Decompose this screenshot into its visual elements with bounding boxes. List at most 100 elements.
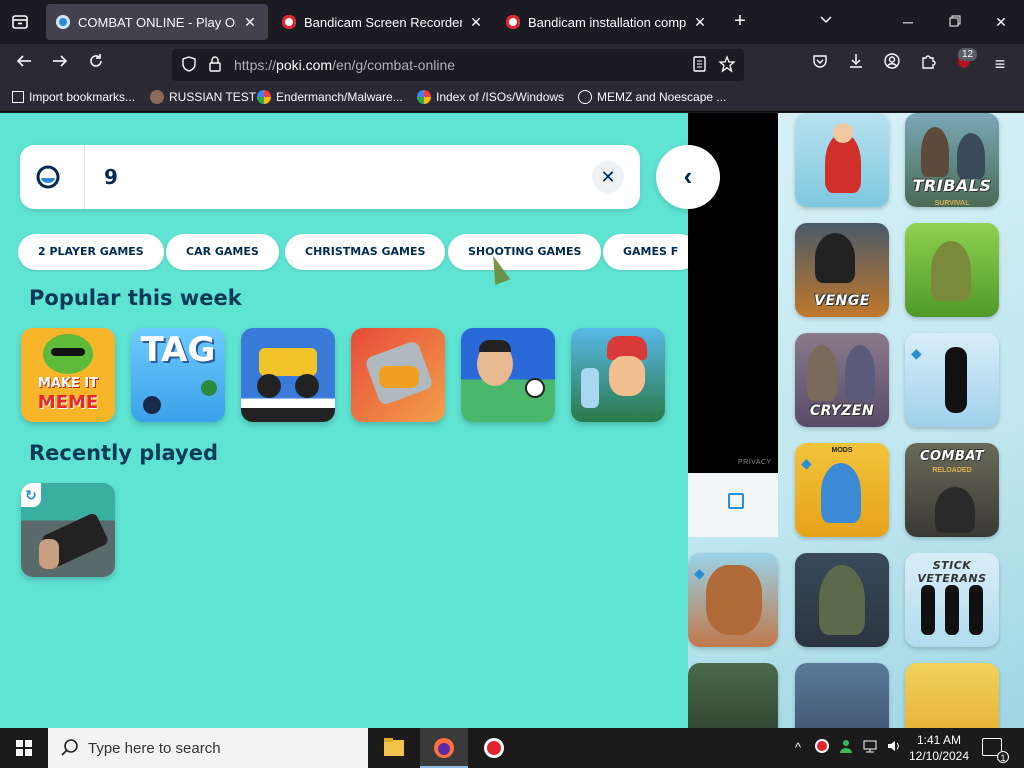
game-card-make-it-meme[interactable]: MAKE IT MEME: [21, 328, 115, 422]
close-icon[interactable]: ✕: [242, 14, 258, 31]
lock-icon[interactable]: [206, 55, 224, 78]
taskbar-clock[interactable]: 1:41 AM 12/10/2024: [908, 732, 970, 764]
notification-center-icon[interactable]: 1: [982, 738, 1009, 763]
firefox-icon[interactable]: [420, 728, 468, 768]
category-pills: 2 PLAYER GAMES CAR GAMES CHRISTMAS GAMES…: [18, 234, 688, 272]
pocket-icon[interactable]: [808, 52, 832, 76]
bandicam-tray-icon[interactable]: [812, 738, 832, 758]
game-thumbnail[interactable]: ◆: [688, 553, 778, 647]
bookmark-label: Index of /ISOs/Windows: [436, 90, 565, 104]
menu-hamburger-icon[interactable]: ≡: [988, 52, 1012, 76]
url-host: poki.com: [276, 57, 333, 73]
game-thumbnail[interactable]: ◆ MODS: [795, 443, 889, 537]
tracking-protection-icon[interactable]: [180, 55, 198, 78]
category-2-player-games[interactable]: 2 PLAYER GAMES: [18, 234, 164, 270]
page-content: PRIVACY TRIBALS SURVIVAL VENGE CRYZEN ◆ …: [0, 113, 1024, 728]
game-thumbnail[interactable]: COMBAT RELOADED: [905, 443, 999, 537]
category-christmas-games[interactable]: CHRISTMAS GAMES: [285, 234, 446, 270]
reload-icon[interactable]: [84, 52, 108, 76]
tab-strip: COMBAT ONLINE - Play Online ✕ Bandicam S…: [0, 0, 1024, 44]
back-arrow-icon[interactable]: [12, 52, 36, 76]
game-subtitle: SURVIVAL: [934, 200, 970, 207]
game-card-combat-online[interactable]: ↻: [21, 483, 115, 577]
game-title: COMBAT: [919, 449, 985, 464]
tab-bandicam-download[interactable]: Bandicam Screen Recorder Dow ✕: [272, 4, 494, 40]
game-card-football[interactable]: [461, 328, 555, 422]
game-title: CRYZEN: [809, 403, 875, 419]
game-thumbnail[interactable]: ◆: [905, 333, 999, 427]
game-card-tag[interactable]: TAG: [131, 328, 225, 422]
reader-view-icon[interactable]: [690, 55, 708, 78]
bandicam-icon: [282, 15, 296, 29]
tab-combat-online[interactable]: COMBAT ONLINE - Play Online ✕: [46, 4, 268, 40]
bookmark-index-isos[interactable]: Index of /ISOs/Windows: [417, 90, 564, 104]
search-box: ✕: [20, 145, 640, 209]
volume-icon[interactable]: [884, 738, 904, 758]
bookmark-russian-test[interactable]: RUSSIAN TEST: [150, 90, 256, 104]
game-thumbnail[interactable]: [905, 663, 999, 728]
game-thumbnail[interactable]: TRIBALS SURVIVAL: [905, 113, 999, 207]
close-search-button[interactable]: ‹: [656, 145, 720, 209]
tray-chevron-up-icon[interactable]: ^: [788, 738, 808, 758]
close-window-icon[interactable]: ✕: [989, 10, 1013, 34]
privacy-link[interactable]: PRIVACY: [738, 459, 772, 466]
search-overlay: ✕ ‹ 2 PLAYER GAMES CAR GAMES CHRISTMAS G…: [0, 113, 720, 728]
bookmark-import[interactable]: Import bookmarks...: [12, 90, 135, 104]
tab-title: Bandicam installation complete: [528, 14, 686, 30]
game-subtitle: MODS: [831, 447, 853, 454]
game-card-subway-surfers[interactable]: [571, 328, 665, 422]
forward-arrow-icon[interactable]: [48, 52, 72, 76]
replay-icon: ↻: [21, 483, 41, 507]
extensions-icon[interactable]: [916, 52, 940, 76]
minimize-icon[interactable]: ─: [896, 10, 920, 34]
clear-search-icon[interactable]: ✕: [592, 161, 624, 193]
bookmark-star-icon[interactable]: [718, 55, 736, 78]
category-games-f[interactable]: GAMES F: [603, 234, 688, 270]
game-thumbnail[interactable]: [795, 113, 889, 207]
fullscreen-icon[interactable]: [728, 493, 744, 509]
new-tab-plus-icon[interactable]: +: [728, 10, 752, 34]
category-shooting-games[interactable]: SHOOTING GAMES: [448, 234, 602, 270]
game-title: TRIBALS: [912, 176, 992, 195]
game-title: VENGE: [814, 293, 870, 309]
game-thumbnail[interactable]: [795, 663, 889, 728]
network-icon[interactable]: [860, 738, 880, 758]
file-explorer-icon[interactable]: [370, 728, 418, 768]
navigation-toolbar: https://poki.com/en/g/combat-online 12 ≡: [0, 44, 1024, 84]
game-card-monster-truck[interactable]: [241, 328, 335, 422]
tab-bandicam-installation[interactable]: Bandicam installation complete ✕: [496, 4, 718, 40]
bandicam-icon: [506, 15, 520, 29]
search-divider: [84, 145, 85, 209]
avatar-icon: [150, 90, 164, 104]
game-title: TAG: [140, 330, 216, 370]
tab-title: Bandicam Screen Recorder Dow: [304, 14, 462, 30]
bandicam-taskbar-icon[interactable]: [470, 728, 518, 768]
url-prefix: https://: [234, 57, 277, 73]
downloads-icon[interactable]: [844, 52, 868, 76]
address-bar[interactable]: https://poki.com/en/g/combat-online: [172, 49, 744, 81]
category-car-games[interactable]: CAR GAMES: [166, 234, 279, 270]
bookmark-endermanch[interactable]: Endermanch/Malware...: [257, 90, 403, 104]
game-thumbnail[interactable]: [688, 663, 778, 728]
game-thumbnail[interactable]: CRYZEN: [795, 333, 889, 427]
poki-logo-icon[interactable]: [36, 165, 60, 189]
game-thumbnail[interactable]: [795, 553, 889, 647]
windows-start-icon[interactable]: [0, 728, 48, 768]
globe-icon: [578, 90, 592, 104]
chevron-down-icon[interactable]: [814, 10, 838, 34]
game-thumbnail[interactable]: STICK VETERANS: [905, 553, 999, 647]
bookmark-memz[interactable]: MEMZ and Noescape ...: [578, 90, 726, 104]
google-icon: [257, 90, 271, 104]
list-all-tabs-icon[interactable]: [8, 10, 32, 34]
user-tray-icon[interactable]: [836, 738, 856, 758]
close-icon[interactable]: ✕: [468, 14, 484, 31]
account-icon[interactable]: [880, 52, 904, 76]
game-card-racing[interactable]: [351, 328, 445, 422]
search-input[interactable]: [104, 159, 594, 195]
game-thumbnail[interactable]: VENGE: [795, 223, 889, 317]
close-icon[interactable]: ✕: [692, 14, 708, 31]
taskbar-search-box[interactable]: Type here to search: [48, 728, 368, 768]
game-thumbnail[interactable]: [905, 223, 999, 317]
restore-icon[interactable]: [943, 10, 967, 34]
search-icon: [60, 738, 80, 763]
